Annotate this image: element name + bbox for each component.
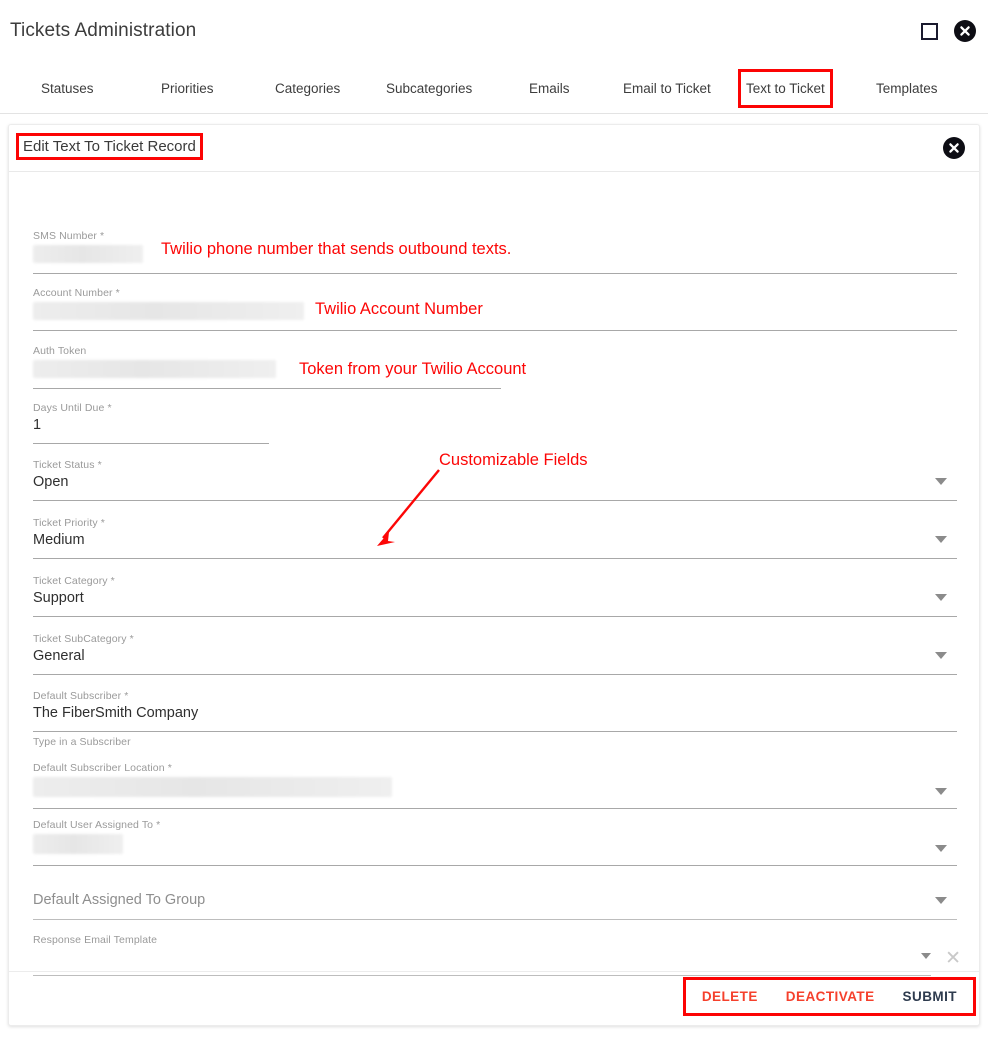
submit-button[interactable]: SUBMIT bbox=[889, 982, 971, 1011]
deactivate-button[interactable]: DEACTIVATE bbox=[772, 982, 889, 1011]
tab-email-to-ticket[interactable]: Email to Ticket bbox=[621, 75, 713, 102]
field-label: Ticket Category * bbox=[33, 575, 115, 587]
field-value bbox=[33, 947, 931, 967]
card-body: SMS Number * Account Number * Auth Token… bbox=[9, 172, 979, 976]
annotation-account-number: Twilio Account Number bbox=[315, 300, 483, 318]
edit-text-to-ticket-card: Edit Text To Ticket Record SMS Number * … bbox=[8, 124, 980, 1026]
delete-button[interactable]: DELETE bbox=[688, 982, 772, 1011]
page-title: Tickets Administration bbox=[10, 20, 197, 41]
chevron-down-icon[interactable] bbox=[921, 953, 931, 959]
redacted-value bbox=[33, 834, 123, 854]
field-response-email-template[interactable]: Response Email Template ✕ bbox=[33, 934, 961, 976]
chevron-down-icon[interactable] bbox=[935, 652, 947, 659]
close-circle-icon[interactable] bbox=[954, 20, 976, 42]
field-label: Ticket SubCategory * bbox=[33, 633, 134, 645]
field-value: Support bbox=[33, 590, 84, 606]
field-ticket-category[interactable]: Ticket Category * Support bbox=[33, 575, 957, 617]
chevron-down-icon[interactable] bbox=[935, 897, 947, 904]
tab-subcategories[interactable]: Subcategories bbox=[384, 75, 474, 102]
field-value: The FiberSmith Company bbox=[33, 705, 199, 721]
form-close-circle-icon[interactable] bbox=[943, 137, 965, 159]
field-label: Default Subscriber Location * bbox=[33, 762, 172, 774]
tickets-administration-window: Tickets Administration Statuses Prioriti… bbox=[0, 0, 988, 1041]
field-label: Days Until Due * bbox=[33, 402, 112, 414]
field-ticket-priority[interactable]: Ticket Priority * Medium bbox=[33, 517, 957, 559]
field-default-subscriber[interactable]: Default Subscriber * The FiberSmith Comp… bbox=[33, 690, 957, 732]
form-actions: DELETE DEACTIVATE SUBMIT bbox=[682, 977, 977, 1016]
redacted-value bbox=[33, 302, 304, 320]
field-underline bbox=[33, 273, 957, 274]
field-underline bbox=[33, 731, 957, 732]
field-account-number[interactable]: Account Number * bbox=[33, 287, 957, 331]
window-header: Tickets Administration bbox=[0, 0, 988, 64]
card-footer: DELETE DEACTIVATE SUBMIT bbox=[9, 971, 979, 1025]
field-default-user-assigned-to[interactable]: Default User Assigned To * bbox=[33, 819, 957, 866]
annotation-customizable-fields: Customizable Fields bbox=[439, 451, 588, 469]
field-label: Default User Assigned To * bbox=[33, 819, 161, 831]
field-default-assigned-to-group[interactable]: Default Assigned To Group bbox=[33, 890, 957, 920]
field-label: Account Number * bbox=[33, 287, 120, 299]
redacted-value bbox=[33, 777, 392, 797]
field-underline bbox=[33, 674, 957, 675]
tab-emails[interactable]: Emails bbox=[527, 75, 572, 102]
field-value: 1 bbox=[33, 417, 42, 433]
field-value: Open bbox=[33, 474, 69, 490]
field-value: Default Assigned To Group bbox=[33, 892, 206, 908]
chevron-down-icon[interactable] bbox=[935, 478, 947, 485]
tab-templates[interactable]: Templates bbox=[874, 75, 940, 102]
field-underline bbox=[33, 865, 957, 866]
tab-text-to-ticket[interactable]: Text to Ticket bbox=[738, 69, 833, 108]
field-underline bbox=[33, 808, 957, 809]
field-underline bbox=[33, 616, 957, 617]
tab-statuses[interactable]: Statuses bbox=[39, 75, 96, 102]
clear-icon[interactable]: ✕ bbox=[945, 949, 961, 968]
redacted-value bbox=[33, 245, 143, 263]
field-label: Default Subscriber * bbox=[33, 690, 129, 702]
redacted-value bbox=[33, 360, 276, 378]
field-days-until-due[interactable]: Days Until Due * 1 bbox=[33, 402, 269, 444]
field-underline bbox=[33, 919, 957, 920]
field-underline bbox=[33, 558, 957, 559]
card-title: Edit Text To Ticket Record bbox=[16, 133, 203, 160]
square-icon[interactable] bbox=[921, 22, 938, 40]
subscriber-hint: Type in a Subscriber bbox=[33, 736, 957, 749]
field-label: Ticket Priority * bbox=[33, 517, 105, 529]
annotation-arrow-icon bbox=[377, 469, 440, 546]
chevron-down-icon[interactable] bbox=[935, 788, 947, 795]
subscriber-hint-label: Type in a Subscriber bbox=[33, 736, 131, 748]
field-underline bbox=[33, 443, 269, 444]
field-value: Medium bbox=[33, 532, 85, 548]
window-controls bbox=[921, 20, 976, 42]
tab-categories[interactable]: Categories bbox=[273, 75, 342, 102]
chevron-down-icon[interactable] bbox=[935, 594, 947, 601]
annotation-sms-number: Twilio phone number that sends outbound … bbox=[161, 240, 512, 258]
tab-priorities[interactable]: Priorities bbox=[159, 75, 216, 102]
field-label: Response Email Template bbox=[33, 934, 158, 946]
tabbar: Statuses Priorities Categories Subcatego… bbox=[0, 64, 988, 114]
card-header: Edit Text To Ticket Record bbox=[9, 125, 979, 172]
field-underline bbox=[33, 330, 957, 331]
field-value: General bbox=[33, 648, 85, 664]
field-ticket-subcategory[interactable]: Ticket SubCategory * General bbox=[33, 633, 957, 675]
chevron-down-icon[interactable] bbox=[935, 536, 947, 543]
field-underline bbox=[33, 500, 957, 501]
field-label: Auth Token bbox=[33, 345, 87, 357]
field-underline bbox=[33, 388, 501, 389]
chevron-down-icon[interactable] bbox=[935, 845, 947, 852]
field-default-subscriber-location[interactable]: Default Subscriber Location * bbox=[33, 762, 957, 809]
annotation-auth-token: Token from your Twilio Account bbox=[299, 360, 527, 378]
